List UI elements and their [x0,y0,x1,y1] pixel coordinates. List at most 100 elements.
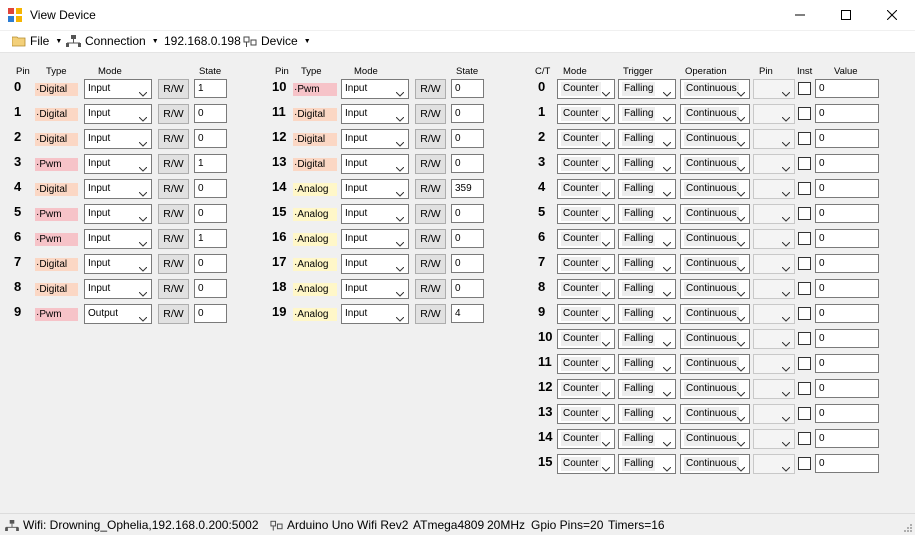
counter-value-field[interactable]: 0 [815,379,879,398]
counter-value-field[interactable]: 0 [815,179,879,198]
operation-select[interactable]: Continuous [680,454,750,474]
counter-value-field[interactable]: 0 [815,404,879,423]
counter-mode-select[interactable]: Counter [557,454,615,474]
trigger-select[interactable]: Falling [618,404,676,424]
counter-value-field[interactable]: 0 [815,329,879,348]
counter-value-field[interactable]: 0 [815,104,879,123]
trigger-select[interactable]: Falling [618,129,676,149]
inst-checkbox[interactable] [798,382,811,395]
inst-checkbox[interactable] [798,132,811,145]
counter-mode-select[interactable]: Counter [557,104,615,124]
counter-pin-select[interactable] [753,404,795,424]
counter-mode-select[interactable]: Counter [557,179,615,199]
minimize-button[interactable] [777,0,823,30]
counter-pin-select[interactable] [753,104,795,124]
inst-checkbox[interactable] [798,182,811,195]
counter-pin-select[interactable] [753,379,795,399]
counter-pin-select[interactable] [753,279,795,299]
counter-mode-select[interactable]: Counter [557,279,615,299]
operation-select[interactable]: Continuous [680,404,750,424]
operation-select[interactable]: Continuous [680,154,750,174]
inst-checkbox[interactable] [798,282,811,295]
inst-checkbox[interactable] [798,307,811,320]
operation-select[interactable]: Continuous [680,379,750,399]
counter-pin-select[interactable] [753,79,795,99]
trigger-select[interactable]: Falling [618,429,676,449]
counter-value-field[interactable]: 0 [815,229,879,248]
counter-value-field[interactable]: 0 [815,204,879,223]
counter-value-field[interactable]: 0 [815,154,879,173]
connection-menu[interactable]: Connection ▼ [66,34,159,48]
trigger-select[interactable]: Falling [618,204,676,224]
counter-mode-select[interactable]: Counter [557,229,615,249]
counter-value-field[interactable]: 0 [815,454,879,473]
trigger-select[interactable]: Falling [618,354,676,374]
counter-mode-select[interactable]: Counter [557,379,615,399]
counter-mode-select[interactable]: Counter [557,254,615,274]
inst-checkbox[interactable] [798,432,811,445]
trigger-select[interactable]: Falling [618,279,676,299]
inst-checkbox[interactable] [798,107,811,120]
counter-pin-select[interactable] [753,204,795,224]
counter-pin-select[interactable] [753,179,795,199]
counter-pin-select[interactable] [753,454,795,474]
inst-checkbox[interactable] [798,207,811,220]
close-button[interactable] [869,0,915,30]
operation-select[interactable]: Continuous [680,279,750,299]
trigger-select[interactable]: Falling [618,329,676,349]
counter-value-field[interactable]: 0 [815,279,879,298]
counter-mode-select[interactable]: Counter [557,329,615,349]
operation-select[interactable]: Continuous [680,354,750,374]
counter-value-field[interactable]: 0 [815,254,879,273]
trigger-select[interactable]: Falling [618,229,676,249]
inst-checkbox[interactable] [798,407,811,420]
trigger-select[interactable]: Falling [618,104,676,124]
operation-select[interactable]: Continuous [680,429,750,449]
inst-checkbox[interactable] [798,357,811,370]
maximize-button[interactable] [823,0,869,30]
counter-pin-select[interactable] [753,229,795,249]
operation-select[interactable]: Continuous [680,104,750,124]
trigger-select[interactable]: Falling [618,379,676,399]
trigger-select[interactable]: Falling [618,179,676,199]
counter-mode-select[interactable]: Counter [557,354,615,374]
counter-pin-select[interactable] [753,129,795,149]
counter-pin-select[interactable] [753,154,795,174]
trigger-select[interactable]: Falling [618,154,676,174]
inst-checkbox[interactable] [798,82,811,95]
inst-checkbox[interactable] [798,232,811,245]
inst-checkbox[interactable] [798,157,811,170]
counter-mode-select[interactable]: Counter [557,429,615,449]
counter-pin-select[interactable] [753,329,795,349]
resize-grip-icon[interactable] [903,523,913,533]
counter-mode-select[interactable]: Counter [557,129,615,149]
counter-mode-select[interactable]: Counter [557,304,615,324]
counter-pin-select[interactable] [753,354,795,374]
operation-select[interactable]: Continuous [680,79,750,99]
counter-pin-select[interactable] [753,304,795,324]
counter-mode-select[interactable]: Counter [557,204,615,224]
operation-select[interactable]: Continuous [680,204,750,224]
operation-select[interactable]: Continuous [680,329,750,349]
operation-select[interactable]: Continuous [680,304,750,324]
trigger-select[interactable]: Falling [618,79,676,99]
operation-select[interactable]: Continuous [680,229,750,249]
counter-value-field[interactable]: 0 [815,79,879,98]
device-menu[interactable]: Device ▼ [243,34,311,48]
trigger-select[interactable]: Falling [618,254,676,274]
operation-select[interactable]: Continuous [680,179,750,199]
inst-checkbox[interactable] [798,457,811,470]
counter-value-field[interactable]: 0 [815,129,879,148]
counter-value-field[interactable]: 0 [815,354,879,373]
counter-value-field[interactable]: 0 [815,304,879,323]
counter-mode-select[interactable]: Counter [557,404,615,424]
operation-select[interactable]: Continuous [680,254,750,274]
trigger-select[interactable]: Falling [618,304,676,324]
counter-mode-select[interactable]: Counter [557,154,615,174]
counter-mode-select[interactable]: Counter [557,79,615,99]
inst-checkbox[interactable] [798,257,811,270]
counter-pin-select[interactable] [753,429,795,449]
operation-select[interactable]: Continuous [680,129,750,149]
trigger-select[interactable]: Falling [618,454,676,474]
counter-pin-select[interactable] [753,254,795,274]
